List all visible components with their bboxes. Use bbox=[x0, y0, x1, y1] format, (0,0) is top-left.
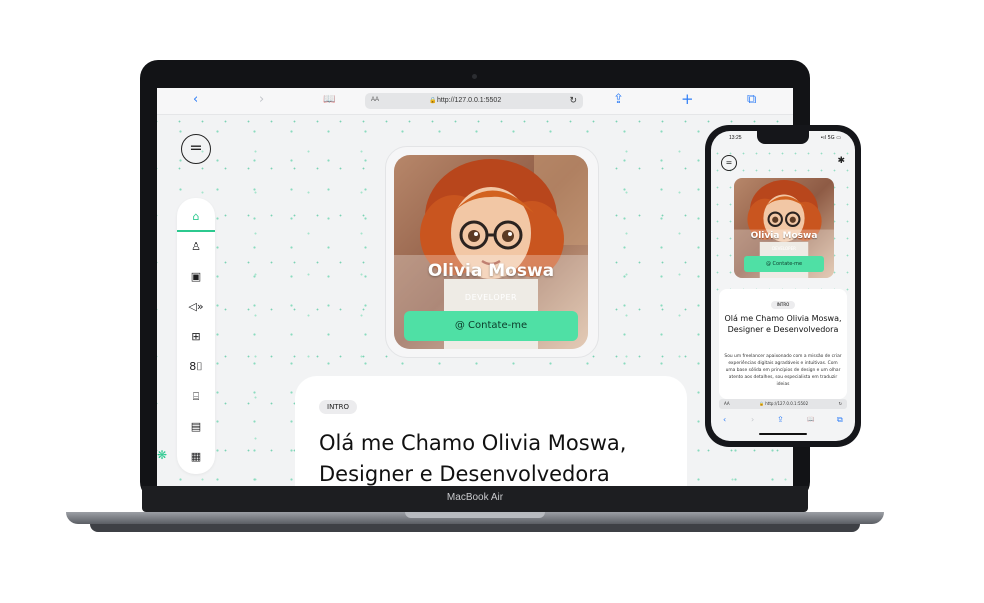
reload-icon[interactable]: ↻ bbox=[569, 95, 577, 106]
nav-blog-icon[interactable]: ▤ bbox=[177, 412, 215, 442]
phone-reload-icon[interactable]: ↻ bbox=[839, 399, 842, 409]
phone-time: 13:25 bbox=[729, 135, 742, 141]
lock-icon: 🔒 bbox=[429, 98, 437, 104]
phone-intro-badge: INTRO bbox=[771, 301, 795, 309]
phone-contact-button[interactable]: @ Contate-me bbox=[744, 256, 824, 272]
nav-testimonials-icon[interactable]: ⌸ bbox=[177, 382, 215, 412]
phone-menu-button[interactable]: = bbox=[721, 155, 737, 171]
address-bar[interactable]: AA 🔒 http://127.0.0.1:5502 ↻ bbox=[365, 93, 583, 109]
camera-dot bbox=[472, 74, 477, 79]
nav-about-icon[interactable]: ♙ bbox=[177, 232, 215, 262]
forward-icon[interactable]: › bbox=[259, 92, 264, 108]
intro-title: Olá me Chamo Olivia Moswa, Designer e De… bbox=[319, 431, 627, 486]
phone-status-icons: •ıl 5G ▭ bbox=[820, 135, 841, 141]
contact-button[interactable]: @ Contate-me bbox=[404, 311, 578, 341]
nav-portfolio-icon[interactable]: ▣ bbox=[177, 262, 215, 292]
phone-notch bbox=[757, 131, 809, 144]
bug-icon: ❋ bbox=[157, 448, 168, 462]
laptop-brand-label: MacBook Air bbox=[446, 492, 504, 503]
share-icon[interactable]: ⇪ bbox=[613, 92, 624, 108]
phone-intro-title: Olá me Chamo Olivia Moswa, Designer e De… bbox=[724, 314, 842, 334]
phone-url-text[interactable]: 🔒 http://127.0.0.1:5502 bbox=[759, 399, 808, 409]
profile-role: DEVELOPER bbox=[464, 293, 518, 302]
phone-home-indicator bbox=[759, 433, 807, 435]
nav-home-icon[interactable]: ⌂ bbox=[177, 202, 215, 232]
phone-book-icon[interactable]: 📖 bbox=[807, 416, 814, 423]
menu-button[interactable]: = bbox=[181, 134, 211, 164]
nav-contact-icon[interactable]: ▦ bbox=[177, 442, 215, 472]
phone-forward-icon[interactable]: › bbox=[751, 415, 754, 424]
profile-card: Olivia Moswa DEVELOPER @ Contate-me bbox=[394, 155, 588, 349]
laptop-chin: MacBook Air bbox=[142, 486, 808, 512]
new-tab-icon[interactable]: + bbox=[681, 91, 694, 107]
phone-browser-toolbar: ‹ › ⇪ 📖 ⧉ bbox=[711, 413, 855, 429]
reader-icon[interactable]: 📖 bbox=[323, 92, 335, 108]
phone-profile-role: DEVELOPER bbox=[772, 246, 796, 251]
phone-address-bar[interactable]: AA 🔒 http://127.0.0.1:5502 ↻ bbox=[719, 399, 847, 409]
profile-name: Olivia Moswa bbox=[427, 261, 555, 281]
url-text[interactable]: http://127.0.0.1:5502 bbox=[437, 97, 501, 104]
phone-intro-body: Sou um freelancer apaixonado com a missã… bbox=[724, 354, 842, 387]
laptop-opening-notch bbox=[405, 512, 545, 518]
laptop-base-shadow bbox=[90, 524, 860, 532]
nav-services-icon[interactable]: ⊞ bbox=[177, 322, 215, 352]
intro-badge: INTRO bbox=[319, 400, 357, 414]
text-size-button[interactable]: AA bbox=[371, 97, 379, 103]
phone-profile-card: Olivia Moswa DEVELOPER @ Contate-me bbox=[734, 178, 834, 278]
gear-icon[interactable]: ✱ bbox=[837, 156, 845, 166]
phone-tabs-icon[interactable]: ⧉ bbox=[837, 415, 843, 425]
sidebar-nav: ⌂ ♙ ▣ ◁» ⊞ 8⌷ ⌸ ▤ ▦ bbox=[177, 198, 215, 474]
intro-card: INTRO Olá me Chamo Olivia Moswa, Designe… bbox=[295, 376, 687, 486]
phone-profile-name: Olivia Moswa bbox=[750, 231, 818, 241]
back-icon[interactable]: ‹ bbox=[193, 92, 198, 108]
laptop-screen: ‹ › 📖 AA 🔒 http://127.0.0.1:5502 ↻ ⇪ + ⧉… bbox=[157, 88, 793, 486]
phone-screen: 13:25 •ıl 5G ▭ = ✱ Olivia Moswa DEVELOPE… bbox=[711, 131, 855, 441]
tabs-icon[interactable]: ⧉ bbox=[747, 92, 756, 108]
nav-resume-icon[interactable]: 8⌷ bbox=[177, 352, 215, 382]
nav-skills-icon[interactable]: ◁» bbox=[177, 292, 215, 322]
phone-back-icon[interactable]: ‹ bbox=[723, 415, 726, 424]
phone-text-size-button[interactable]: AA bbox=[724, 399, 730, 409]
browser-toolbar: ‹ › 📖 AA 🔒 http://127.0.0.1:5502 ↻ ⇪ + ⧉ bbox=[157, 88, 793, 115]
phone-intro-card: INTRO Olá me Chamo Olivia Moswa, Designe… bbox=[719, 289, 847, 399]
phone-share-icon[interactable]: ⇪ bbox=[777, 415, 784, 424]
